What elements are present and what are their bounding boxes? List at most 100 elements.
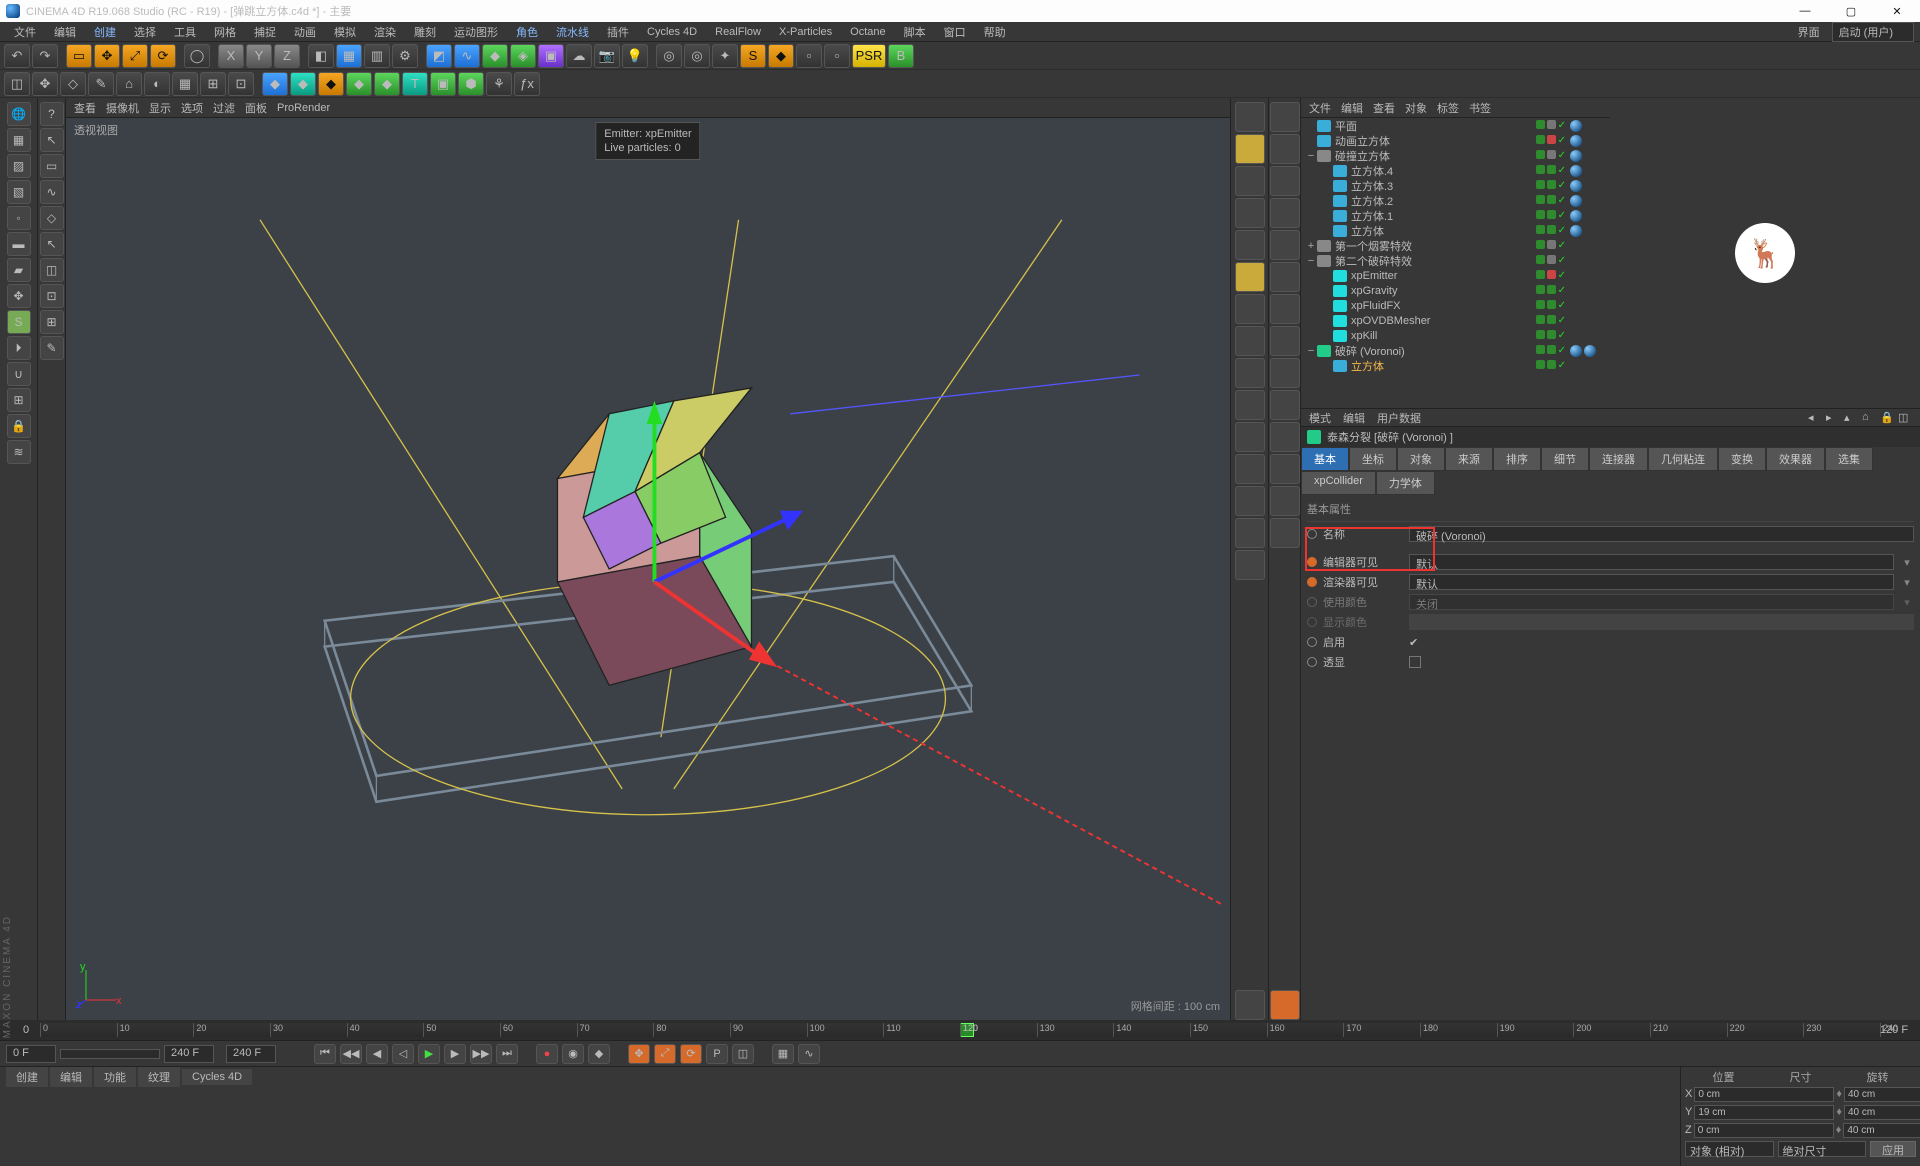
mode-work[interactable]: ⊞	[7, 388, 31, 412]
attr-tab-对象[interactable]: 对象	[1397, 447, 1445, 471]
object-row[interactable]: 立方体✓	[1301, 358, 1610, 373]
xp-button-5[interactable]: ▫	[824, 44, 850, 68]
mb-nav-home[interactable]: ⌂	[1862, 411, 1876, 425]
visibility-dots[interactable]: ✓	[1510, 255, 1570, 266]
tp-4[interactable]: ∿	[40, 180, 64, 204]
object-name[interactable]: xpOVDBMesher	[1351, 315, 1510, 327]
goto-end-button[interactable]: ⏭	[496, 1044, 518, 1064]
expand-toggle[interactable]: −	[1305, 345, 1317, 357]
vt-3[interactable]	[1235, 166, 1265, 196]
menu-流水线[interactable]: 流水线	[548, 22, 597, 42]
menu-角色[interactable]: 角色	[508, 22, 546, 42]
bullet-xray[interactable]	[1307, 657, 1317, 667]
add-generator-button[interactable]: ◆	[482, 44, 508, 68]
object-tags[interactable]	[1570, 195, 1610, 207]
add-environment-button[interactable]: ☁	[566, 44, 592, 68]
range-end-field[interactable]: 240 F	[164, 1045, 214, 1063]
menu-选择[interactable]: 选择	[126, 22, 164, 42]
object-row[interactable]: xpGravity✓	[1301, 283, 1610, 298]
visibility-dots[interactable]: ✓	[1510, 360, 1570, 371]
t2-14[interactable]: ◆	[374, 72, 400, 96]
coord-mode-2[interactable]: 绝对尺寸	[1778, 1141, 1867, 1157]
menu-帮助[interactable]: 帮助	[976, 22, 1014, 42]
axis-x-button[interactable]: X	[218, 44, 244, 68]
mode-cube[interactable]: ▦	[7, 128, 31, 152]
timeline-scale[interactable]: 120 010203040506070809010011012013014015…	[40, 1023, 1880, 1037]
vt2-4[interactable]	[1270, 198, 1300, 228]
tp-7[interactable]: ◫	[40, 258, 64, 282]
attr-tab-排序[interactable]: 排序	[1493, 447, 1541, 471]
mode-lock[interactable]: 🔒	[7, 414, 31, 438]
object-name[interactable]: 第二个破碎特效	[1335, 253, 1510, 269]
visibility-dots[interactable]: ✓	[1510, 180, 1570, 191]
vt2-12[interactable]	[1270, 454, 1300, 484]
visibility-dots[interactable]: ✓	[1510, 270, 1570, 281]
mode-globe[interactable]: 🌐	[7, 102, 31, 126]
menu-Cycles 4D[interactable]: Cycles 4D	[639, 24, 705, 40]
rotate-tool[interactable]: ⟳	[150, 44, 176, 68]
xp-s-button[interactable]: S	[740, 44, 766, 68]
object-row[interactable]: xpKill✓	[1301, 328, 1610, 343]
object-row[interactable]: +第一个烟雾特效✓	[1301, 238, 1610, 253]
attr-tab-变换[interactable]: 变换	[1718, 447, 1766, 471]
t2-4[interactable]: ✎	[88, 72, 114, 96]
close-button[interactable]: ✕	[1874, 0, 1920, 22]
viewmenu-过滤[interactable]: 过滤	[213, 100, 235, 116]
object-name[interactable]: 破碎 (Voronoi)	[1335, 343, 1510, 359]
tp-1[interactable]: ?	[40, 102, 64, 126]
pos-Z[interactable]	[1694, 1123, 1834, 1138]
menu-创建[interactable]: 创建	[86, 22, 124, 42]
object-name[interactable]: 立方体.3	[1351, 178, 1510, 194]
minimize-button[interactable]: —	[1782, 0, 1828, 22]
menu-模拟[interactable]: 模拟	[326, 22, 364, 42]
bullet-edvis[interactable]	[1307, 557, 1317, 567]
t2-10[interactable]: ◆	[262, 72, 288, 96]
t2-11[interactable]: ◆	[290, 72, 316, 96]
attr-tab-基本[interactable]: 基本	[1301, 447, 1349, 471]
field-edvis[interactable]: 默认	[1409, 554, 1894, 570]
mb-nav-new[interactable]: ◫	[1898, 411, 1912, 425]
tp-5[interactable]: ◇	[40, 206, 64, 230]
coord-mode-1[interactable]: 对象 (相对)	[1685, 1141, 1774, 1157]
objtab-文件[interactable]: 文件	[1309, 100, 1331, 116]
t2-6[interactable]: ◐	[144, 72, 170, 96]
mode-layer[interactable]: ≋	[7, 440, 31, 464]
layout-dropdown[interactable]: 启动 (用户)	[1832, 22, 1914, 42]
viewmenu-ProRender[interactable]: ProRender	[277, 102, 330, 114]
objtab-编辑[interactable]: 编辑	[1341, 100, 1363, 116]
object-name[interactable]: 立方体.2	[1351, 193, 1510, 209]
mode-point[interactable]: ◦	[7, 206, 31, 230]
visibility-dots[interactable]: ✓	[1510, 210, 1570, 221]
vt2-7[interactable]	[1270, 294, 1300, 324]
size-X[interactable]	[1844, 1087, 1920, 1102]
visibility-dots[interactable]: ✓	[1510, 195, 1570, 206]
t2-18[interactable]: ƒx	[514, 72, 540, 96]
btab-功能[interactable]: 功能	[94, 1067, 136, 1087]
vt2-5[interactable]	[1270, 230, 1300, 260]
check-xray[interactable]	[1409, 656, 1421, 668]
object-name[interactable]: xpEmitter	[1351, 270, 1510, 282]
visibility-dots[interactable]: ✓	[1510, 330, 1570, 341]
attr-tab-效果器[interactable]: 效果器	[1766, 447, 1825, 471]
objtab-书签[interactable]: 书签	[1469, 100, 1491, 116]
vt-9[interactable]	[1235, 358, 1265, 388]
check-enable[interactable]: ✔	[1409, 636, 1418, 649]
xp-button-1[interactable]: ◎	[656, 44, 682, 68]
object-row[interactable]: 立方体.4✓	[1301, 163, 1610, 178]
object-name[interactable]: xpFluidFX	[1351, 300, 1510, 312]
object-tags[interactable]	[1570, 120, 1610, 132]
attr-tab-坐标[interactable]: 坐标	[1349, 447, 1397, 471]
t2-13[interactable]: ◆	[346, 72, 372, 96]
vt2-8[interactable]	[1270, 326, 1300, 356]
k-pla-button[interactable]: ◫	[732, 1044, 754, 1064]
attr-tab-选集[interactable]: 选集	[1825, 447, 1873, 471]
btab-纹理[interactable]: 纹理	[138, 1067, 180, 1087]
vt-4[interactable]	[1235, 198, 1265, 228]
object-row[interactable]: −破碎 (Voronoi)✓	[1301, 343, 1610, 358]
vt-down[interactable]	[1235, 990, 1265, 1020]
next-frame-button[interactable]: ▶	[444, 1044, 466, 1064]
vt2-9[interactable]	[1270, 358, 1300, 388]
undo-button[interactable]: ↶	[4, 44, 30, 68]
select-tool[interactable]: ▭	[66, 44, 92, 68]
object-tree[interactable]: 平面✓动画立方体✓−碰撞立方体✓立方体.4✓立方体.3✓立方体.2✓立方体.1✓…	[1301, 118, 1610, 408]
